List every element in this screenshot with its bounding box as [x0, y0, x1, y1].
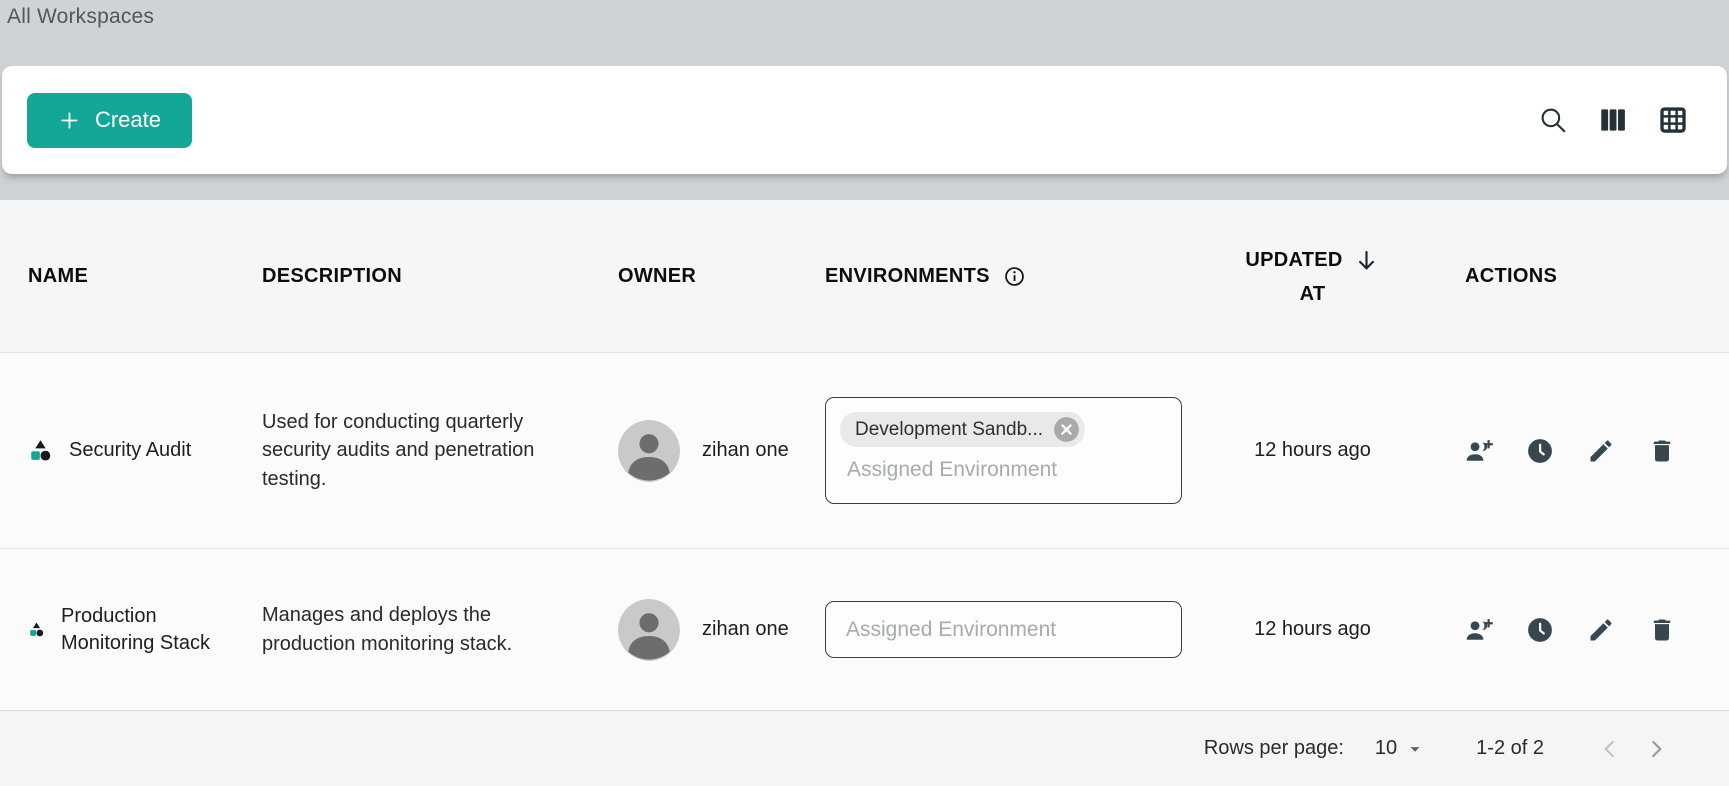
delete-icon[interactable]: [1648, 437, 1676, 465]
chevron-down-icon: [1404, 738, 1426, 760]
header-updated-line2: AT: [1300, 283, 1326, 306]
add-user-icon[interactable]: [1465, 616, 1493, 644]
workspace-description: Used for conducting quarterly security a…: [262, 408, 564, 493]
table-header-row: NAME DESCRIPTION OWNER ENVIRONMENTS UPDA…: [0, 200, 1729, 353]
header-actions: ACTIONS: [1465, 265, 1557, 288]
delete-icon[interactable]: [1648, 616, 1676, 644]
pagination-range: 1-2 of 2: [1476, 737, 1544, 760]
history-icon[interactable]: [1526, 616, 1554, 644]
header-name: NAME: [28, 265, 88, 288]
assigned-environment-field[interactable]: Development Sandb... Assigned Environmen…: [825, 397, 1182, 504]
top-bar: All Workspaces: [0, 0, 1729, 66]
workspace-shapes-icon: [28, 438, 53, 463]
info-icon[interactable]: [1003, 265, 1026, 288]
pagination-bar: Rows per page: 10 1-2 of 2: [0, 711, 1729, 786]
edit-icon[interactable]: [1587, 437, 1615, 465]
environment-placeholder: Assigned Environment: [846, 618, 1056, 642]
header-environments: ENVIRONMENTS: [825, 265, 990, 288]
sort-descending-icon[interactable]: [1353, 247, 1380, 274]
plus-icon: [58, 109, 81, 132]
view-grid-icon[interactable]: [1657, 104, 1689, 136]
toolbar-icons: [1537, 104, 1689, 136]
header-updated-at[interactable]: UPDATED AT: [1245, 247, 1379, 306]
workspace-description: Manages and deploys the production monit…: [262, 601, 564, 658]
updated-at-value: 12 hours ago: [1254, 618, 1371, 641]
avatar: [618, 599, 680, 661]
workspaces-table: NAME DESCRIPTION OWNER ENVIRONMENTS UPDA…: [0, 200, 1729, 786]
workspace-shapes-icon: [28, 621, 45, 638]
table-row: Security Audit Used for conducting quart…: [0, 353, 1729, 549]
table-row: Production Monitoring Stack Manages and …: [0, 549, 1729, 711]
rows-per-page-value: 10: [1375, 737, 1397, 760]
add-user-icon[interactable]: [1465, 437, 1493, 465]
rows-per-page-select[interactable]: 10: [1375, 737, 1426, 760]
header-description: DESCRIPTION: [262, 265, 402, 288]
edit-icon[interactable]: [1587, 616, 1615, 644]
next-page-button[interactable]: [1642, 735, 1669, 762]
toolbar-card: Create: [2, 66, 1727, 174]
header-owner: OWNER: [618, 265, 696, 288]
chip-remove-icon[interactable]: [1053, 416, 1080, 443]
workspace-name: Security Audit: [69, 437, 191, 464]
create-button[interactable]: Create: [27, 93, 192, 148]
owner-name: zihan one: [702, 439, 789, 462]
environment-placeholder: Assigned Environment: [847, 458, 1181, 482]
view-columns-icon[interactable]: [1597, 104, 1629, 136]
owner-name: zihan one: [702, 618, 789, 641]
previous-page-button[interactable]: [1596, 735, 1623, 762]
assigned-environment-field[interactable]: Assigned Environment: [825, 601, 1182, 658]
workspace-name: Production Monitoring Stack: [61, 603, 229, 657]
environment-chip[interactable]: Development Sandb...: [840, 412, 1085, 447]
environment-chip-label: Development Sandb...: [855, 419, 1043, 441]
updated-at-value: 12 hours ago: [1254, 439, 1371, 462]
search-icon[interactable]: [1537, 104, 1569, 136]
avatar: [618, 420, 680, 482]
rows-per-page-label: Rows per page:: [1204, 737, 1344, 760]
history-icon[interactable]: [1526, 437, 1554, 465]
page-title: All Workspaces: [7, 5, 1729, 29]
header-updated-line1: UPDATED: [1245, 249, 1342, 272]
create-button-label: Create: [95, 107, 161, 133]
